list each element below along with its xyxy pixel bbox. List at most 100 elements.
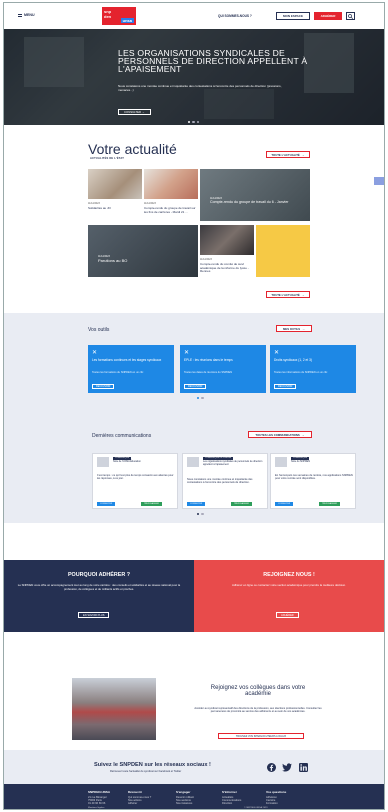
- twitter-icon[interactable]: [282, 762, 292, 772]
- news-title-text: Compte-rendu du groupe de travail du 6 -…: [210, 200, 289, 204]
- news-card[interactable]: 11/12/2023 Parutions au BO: [88, 225, 198, 277]
- news-title-text: Parutions au BO: [98, 258, 128, 263]
- site-logo[interactable]: snp den unsa: [102, 7, 136, 25]
- footer-col: SNPDEN-UNSA 21 rue Béranger 75003 Paris …: [88, 790, 110, 805]
- download-button[interactable]: TÉLÉCHARGER: [231, 502, 253, 506]
- footer-col: S'informer Actualités Communications Dir…: [222, 790, 241, 805]
- comm-desc: Nous constatons une montée continue et i…: [187, 478, 253, 485]
- find-contacts-button[interactable]: TROUVEZ VOS INTERLOCUTEURS LOCAUX: [218, 733, 304, 739]
- all-comms-button[interactable]: TOUTES LES COMMUNICATIONS →: [248, 431, 312, 438]
- news-date: 11/12/2023: [144, 202, 156, 205]
- arrow-icon: →: [302, 326, 305, 331]
- footer-link[interactable]: Formation: [266, 802, 286, 805]
- arrow-icon: →: [301, 432, 305, 437]
- consult-button[interactable]: CONSULTER: [187, 502, 206, 506]
- document-icon: [187, 457, 199, 467]
- document-icon: [97, 457, 109, 467]
- download-button[interactable]: TÉLÉCHARGER: [319, 502, 341, 506]
- search-button[interactable]: [346, 12, 355, 20]
- carousel-dot[interactable]: [196, 121, 200, 124]
- learn-more-button[interactable]: EN SAVOIR PLUS: [78, 612, 110, 618]
- hero-cta-label: CONSULTER: [124, 110, 142, 114]
- page: MENU snp den unsa QUI SOMMES-NOUS ? MON …: [3, 2, 385, 810]
- space-button-label: MON ESPACE: [283, 14, 303, 18]
- tools-icon: ✕: [92, 350, 98, 356]
- tool-card[interactable]: ✕ EPLE : les réunions dans le temps Tout…: [180, 345, 266, 393]
- footer-col: Vos questions Adhésion Carrière Formatio…: [266, 790, 286, 805]
- join-now-label: ADHÉRER: [281, 613, 294, 617]
- footer-link[interactable]: Adhérer: [128, 802, 151, 805]
- tool-card[interactable]: ✕ Les formations continues et les stages…: [88, 345, 174, 393]
- tool-button[interactable]: DÉCOUVRIR: [274, 384, 297, 389]
- why-text: Le SNPDEN vous offre un accompagnement t…: [17, 583, 181, 591]
- learn-more-label: EN SAVOIR PLUS: [83, 613, 105, 617]
- search-icon: [348, 13, 353, 19]
- consult-button[interactable]: CONSULTER: [97, 502, 116, 506]
- tools-dots: [197, 397, 204, 400]
- join-now-button[interactable]: ADHÉRER: [276, 612, 299, 618]
- all-news-bottom-label: TOUTE L'ACTUALITÉ: [271, 292, 300, 297]
- academy-title: Rejoignez vos collègues dans votre acadé…: [210, 685, 306, 698]
- news-card[interactable]: 11/12/2023 Compte-rendu du groupe de tra…: [144, 169, 198, 221]
- all-news-bottom-button[interactable]: TOUTE L'ACTUALITÉ →: [266, 291, 310, 298]
- join-button[interactable]: ADHÉRER: [314, 12, 342, 20]
- news-card[interactable]: 11/12/2023 Solidarités au JO: [88, 169, 142, 221]
- social-subtitle: Retrouvez toute l'actualité du syndicat …: [110, 770, 182, 773]
- footer-link[interactable]: Nos instances: [176, 802, 194, 805]
- join-title: REJOIGNEZ NOUS !: [263, 572, 315, 578]
- all-news-button[interactable]: TOUTE L'ACTUALITÉ →: [266, 151, 310, 158]
- arrow-icon: →: [301, 152, 305, 157]
- comm-title: Note du SNPDEN: [291, 460, 311, 463]
- comm-card[interactable]: COMMUNIQUÉ Note du SNPDEN En l'annonçant…: [270, 453, 356, 509]
- footer-col-title: S'engager: [176, 790, 191, 794]
- legal-link[interactable]: Mentions légales: [88, 807, 104, 809]
- side-tab-button[interactable]: [374, 177, 384, 185]
- carousel-dot[interactable]: [188, 121, 191, 124]
- consult-button[interactable]: CONSULTER: [275, 502, 294, 506]
- footer-link[interactable]: 01 49 96 66 66: [88, 802, 110, 805]
- tools-icon: ✕: [274, 350, 280, 356]
- document-icon: [275, 457, 287, 467]
- footer-col: Découvrir Qui sommes-nous ? Nos actions …: [128, 790, 151, 805]
- hero-carousel-dots: [188, 121, 200, 124]
- conference-photo: [72, 678, 156, 740]
- arrow-icon: →: [301, 292, 305, 297]
- news-card[interactable]: 11/12/2023 Compte-rendu du groupe de tra…: [200, 169, 310, 221]
- comm-title: Note de l'UNSA Éducation: [113, 460, 141, 463]
- space-button[interactable]: MON ESPACE: [276, 12, 310, 20]
- hamburger-icon: [18, 13, 22, 17]
- find-contacts-label: TROUVEZ VOS INTERLOCUTEURS LOCAUX: [235, 734, 287, 738]
- footer-col-title: Découvrir: [128, 790, 143, 794]
- footer-col-title: S'informer: [222, 790, 237, 794]
- news-subtitle: ACTUALITÉS DE L'ÉTAT: [90, 157, 125, 160]
- news-date: 11/12/2023: [88, 202, 100, 205]
- news-card[interactable]: 11/12/2023 Compte-rendu du comité de sui…: [200, 225, 254, 277]
- footer-col-title: SNPDEN-UNSA: [88, 790, 111, 794]
- linkedin-icon[interactable]: [298, 762, 308, 772]
- tool-button[interactable]: DÉCOUVRIR: [92, 384, 115, 389]
- hero-title: LES ORGANISATIONS SYNDICALES DE PERSONNE…: [118, 48, 308, 75]
- tool-button[interactable]: DÉCOUVRIR: [184, 384, 207, 389]
- facebook-icon[interactable]: [266, 762, 276, 772]
- menu-button[interactable]: MENU: [18, 13, 35, 17]
- hero-cta-button[interactable]: CONSULTER →: [118, 109, 151, 115]
- tool-card[interactable]: ✕ Droits syndicaux (1, 2 et 3) Toutes le…: [270, 345, 356, 393]
- comm-card[interactable]: COMMUNIQUÉ Note de l'UNSA Éducation Il e…: [92, 453, 178, 509]
- carousel-dot[interactable]: [192, 121, 195, 124]
- menu-label: MENU: [24, 13, 35, 17]
- news-date: 11/12/2023: [200, 258, 212, 261]
- tool-desc: Toutes les formations du SNPDEN en un cl…: [92, 371, 144, 374]
- logo-badge: unsa: [120, 18, 134, 23]
- who-link[interactable]: QUI SOMMES-NOUS ?: [218, 14, 252, 18]
- footer-link[interactable]: Direction: [222, 802, 241, 805]
- download-button[interactable]: TÉLÉCHARGER: [141, 502, 163, 506]
- footer: SNPDEN-UNSA 21 rue Béranger 75003 Paris …: [4, 784, 384, 809]
- tools-title: Vos outils: [88, 327, 110, 333]
- comm-card[interactable]: COMMUNIQUÉ DE PRESSE Les organisations s…: [182, 453, 268, 509]
- my-tools-button[interactable]: MES OUTILS →: [276, 325, 312, 332]
- yellow-tile: [256, 225, 310, 277]
- social-section: Suivez le SNPDEN sur les réseaux sociaux…: [4, 750, 384, 784]
- comms-title: Dernières communications: [92, 433, 152, 439]
- join-text: Adhérez en ligne ou contactez votre sect…: [232, 583, 346, 587]
- why-join-panel: POURQUOI ADHÉRER ? Le SNPDEN vous offre …: [4, 560, 194, 632]
